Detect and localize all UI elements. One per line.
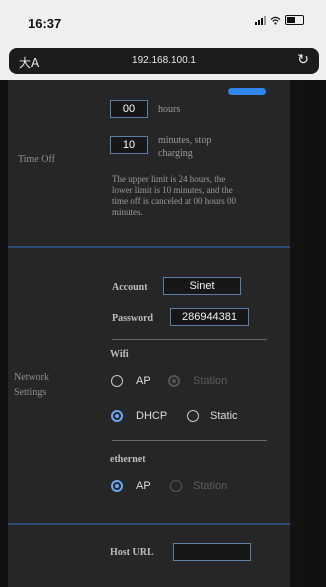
account-input[interactable]: Sinet bbox=[163, 277, 241, 295]
time-off-note-4: minutes. bbox=[112, 207, 143, 217]
account-label: Account bbox=[112, 282, 148, 293]
section-divider bbox=[8, 246, 290, 248]
network-label-2: Settings bbox=[14, 387, 47, 398]
system-icons bbox=[255, 15, 304, 25]
divider bbox=[112, 339, 267, 340]
dhcp-label[interactable]: DHCP bbox=[136, 410, 167, 422]
section-divider bbox=[8, 523, 290, 525]
minutes-unit-line2: charging bbox=[158, 148, 193, 159]
divider bbox=[112, 440, 267, 441]
hours-unit: hours bbox=[158, 104, 181, 115]
minutes-input[interactable]: 10 bbox=[110, 136, 148, 154]
wifi-ap-radio[interactable] bbox=[111, 375, 123, 387]
battery-icon bbox=[285, 15, 304, 25]
status-bar: 16:37 bbox=[0, 0, 326, 44]
host-url-label: Host URL bbox=[110, 547, 154, 558]
time-off-note-3: time off is canceled at 00 hours 00 bbox=[112, 196, 237, 206]
ethernet-ap-label[interactable]: AP bbox=[136, 480, 151, 492]
time-off-note-1: The upper limit is 24 hours, the bbox=[112, 174, 226, 184]
wifi-station-radio bbox=[168, 375, 180, 387]
time-off-label: Time Off bbox=[18, 154, 55, 165]
static-label[interactable]: Static bbox=[210, 410, 238, 422]
wifi-ap-label[interactable]: AP bbox=[136, 375, 151, 387]
ethernet-station-radio bbox=[170, 480, 182, 492]
password-label: Password bbox=[112, 313, 154, 324]
host-url-input[interactable] bbox=[173, 543, 251, 561]
wifi-title: Wifi bbox=[110, 349, 129, 360]
static-radio[interactable] bbox=[187, 410, 199, 422]
network-label-1: Network bbox=[14, 372, 49, 383]
reload-icon[interactable]: ↻ bbox=[297, 52, 309, 68]
ethernet-title: ethernet bbox=[110, 454, 146, 465]
url-text[interactable]: 192.168.100.1 bbox=[9, 55, 319, 66]
status-time: 16:37 bbox=[28, 16, 62, 31]
password-input[interactable]: 286944381 bbox=[170, 308, 249, 326]
right-gutter bbox=[290, 80, 300, 587]
address-bar[interactable]: 大A 192.168.100.1 ↻ bbox=[9, 48, 319, 74]
web-page: 00 hours 10 minutes, stop charging Time … bbox=[0, 80, 326, 587]
ethernet-station-label: Station bbox=[193, 480, 228, 492]
wifi-station-label: Station bbox=[193, 375, 228, 387]
wifi-icon bbox=[270, 16, 281, 25]
hours-input[interactable]: 00 bbox=[110, 100, 148, 118]
dhcp-radio[interactable] bbox=[111, 410, 123, 422]
toggle-pill[interactable] bbox=[228, 88, 266, 95]
ethernet-ap-radio[interactable] bbox=[111, 480, 123, 492]
signal-icon bbox=[255, 15, 266, 25]
minutes-unit-line1: minutes, stop bbox=[158, 135, 212, 146]
time-off-note-2: lower limit is 10 minutes, and the bbox=[112, 185, 233, 195]
